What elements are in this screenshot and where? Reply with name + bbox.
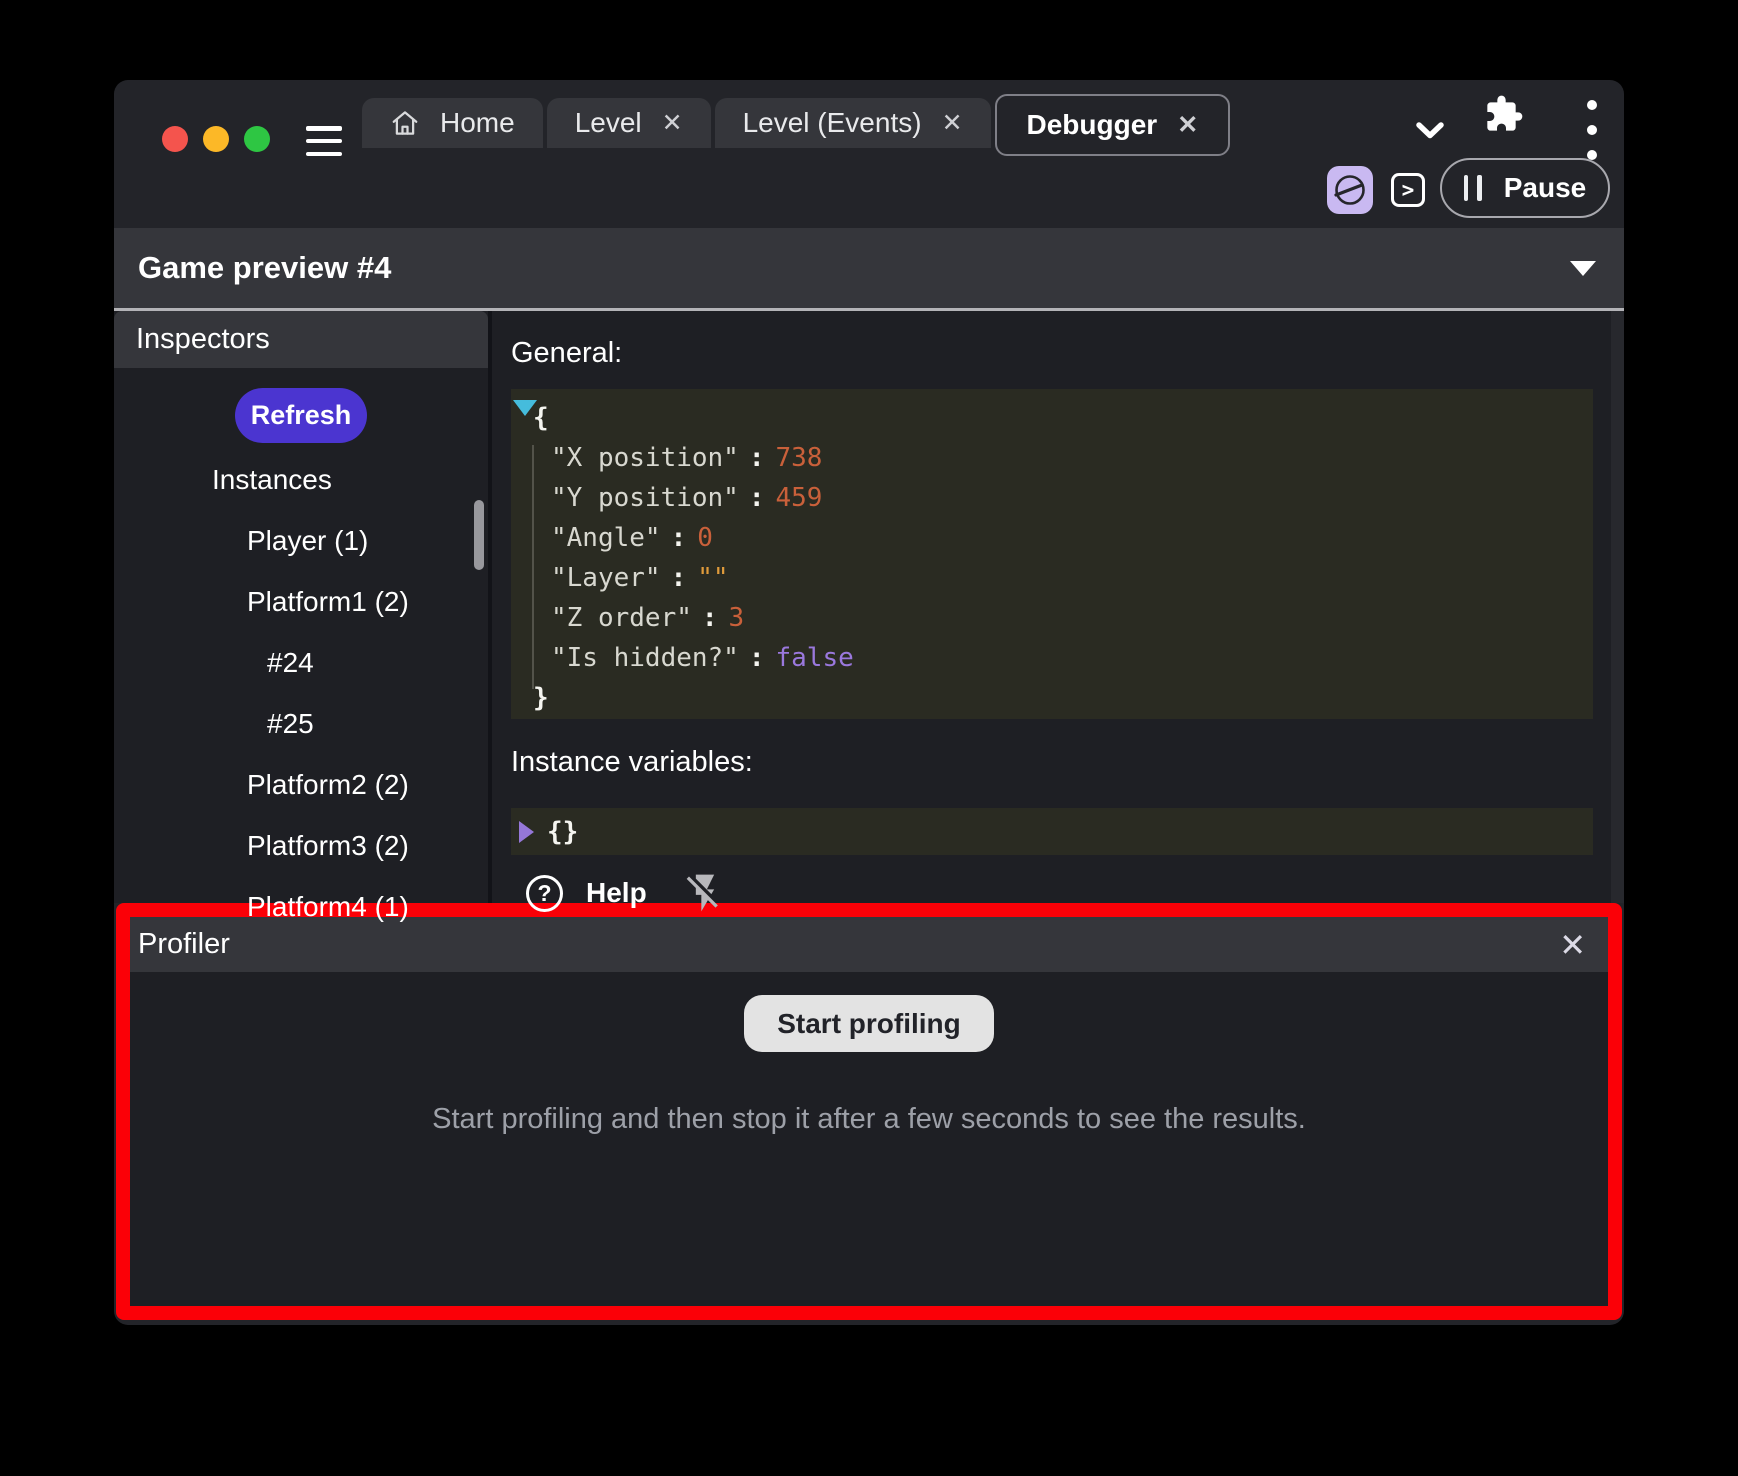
refresh-button[interactable]: Refresh <box>235 388 367 443</box>
instances-tree: Instances Player (1) Platform1 (2) #24 #… <box>114 449 488 937</box>
profiler-hint-text: Start profiling and then stop it after a… <box>432 1103 1306 1136</box>
json-indent-guide <box>532 445 534 689</box>
extensions-puzzle-icon[interactable] <box>1484 94 1524 134</box>
tab-label: Level <box>575 107 642 139</box>
game-preview-title: Game preview #4 <box>138 250 391 286</box>
pause-label: Pause <box>1504 172 1587 204</box>
inspectors-header: Inspectors <box>114 311 488 368</box>
tree-item-instances[interactable]: Instances <box>114 449 488 510</box>
tree-item-instance-25[interactable]: #25 <box>114 693 488 754</box>
close-tab-icon[interactable]: ✕ <box>662 111 683 136</box>
tab-level-events[interactable]: Level (Events) ✕ <box>715 98 991 148</box>
tab-debugger[interactable]: Debugger ✕ <box>995 94 1231 156</box>
inspector-detail-panel: General: { "X position":738 "Y position"… <box>492 311 1624 903</box>
start-profiling-button[interactable]: Start profiling <box>744 995 994 1052</box>
help-label[interactable]: Help <box>586 877 647 909</box>
json-row-angle: "Angle":0 <box>511 518 1593 558</box>
profiler-panel-highlighted: Profiler ✕ Start profiling Start profili… <box>116 903 1622 1320</box>
general-json-view: { "X position":738 "Y position":459 "Ang… <box>511 389 1593 719</box>
close-tab-icon[interactable]: ✕ <box>1177 113 1198 138</box>
chevron-down-icon[interactable] <box>1416 122 1444 140</box>
dropdown-caret-icon[interactable] <box>1570 261 1596 276</box>
tab-label: Home <box>440 107 515 139</box>
close-tab-icon[interactable]: ✕ <box>942 111 963 136</box>
tree-item-player[interactable]: Player (1) <box>114 510 488 571</box>
tree-item-platform2[interactable]: Platform2 (2) <box>114 754 488 815</box>
gdevelop-window: Home Level ✕ Level (Events) ✕ Debugger ✕ <box>114 80 1624 1325</box>
tab-bar: Home Level ✕ Level (Events) ✕ Debugger ✕ <box>114 80 1624 148</box>
help-row: ? Help <box>511 871 1624 915</box>
instance-variables-json-view: {} <box>511 808 1593 855</box>
tree-item-platform4[interactable]: Platform4 (1) <box>114 876 488 937</box>
game-preview-selector[interactable]: Game preview #4 <box>114 228 1624 311</box>
tab-label: Level (Events) <box>743 107 922 139</box>
instance-variables-label: Instance variables: <box>511 746 1624 779</box>
inspectors-title: Inspectors <box>136 323 270 356</box>
profiler-body: Start profiling Start profiling and then… <box>130 972 1608 1306</box>
close-profiler-icon[interactable]: ✕ <box>1559 929 1586 961</box>
empty-object-braces: {} <box>547 817 578 847</box>
json-row-layer: "Layer":"" <box>511 558 1593 598</box>
tab-label: Debugger <box>1027 109 1158 141</box>
console-button[interactable]: > <box>1391 173 1425 207</box>
home-icon <box>390 108 420 138</box>
tab-home[interactable]: Home <box>362 98 543 148</box>
screenshot-canvas: Home Level ✕ Level (Events) ✕ Debugger ✕ <box>0 0 1738 1476</box>
inspectors-sidebar: Inspectors Refresh Instances Player (1) … <box>114 311 488 903</box>
debugger-content: Inspectors Refresh Instances Player (1) … <box>114 311 1624 903</box>
tree-item-platform1[interactable]: Platform1 (2) <box>114 571 488 632</box>
help-question-icon[interactable]: ? <box>526 875 563 912</box>
tab-level[interactable]: Level ✕ <box>547 98 711 148</box>
tab-strip: Home Level ✕ Level (Events) ✕ Debugger ✕ <box>362 94 1234 148</box>
flash-off-icon[interactable] <box>683 871 727 915</box>
json-close-brace: } <box>511 678 1593 718</box>
pause-button[interactable]: Pause <box>1440 158 1610 218</box>
json-open-brace: { <box>511 398 1593 438</box>
pause-icon <box>1464 175 1482 201</box>
json-row-z-order: "Z order":3 <box>511 598 1593 638</box>
general-section-label: General: <box>511 337 1624 370</box>
tree-item-platform3[interactable]: Platform3 (2) <box>114 815 488 876</box>
debugger-toolbar: > Pause <box>114 148 1624 228</box>
json-row-is-hidden: "Is hidden?":false <box>511 638 1593 678</box>
profiler-speedometer-button[interactable] <box>1327 166 1373 214</box>
expand-caret-icon[interactable] <box>519 821 534 843</box>
sidebar-scrollbar-thumb[interactable] <box>474 500 484 570</box>
json-row-y-position: "Y position":459 <box>511 478 1593 518</box>
console-prompt-glyph: > <box>1402 178 1415 202</box>
panel-scrollbar-track[interactable] <box>1611 311 1624 903</box>
json-row-x-position: "X position":738 <box>511 438 1593 478</box>
tree-item-instance-24[interactable]: #24 <box>114 632 488 693</box>
